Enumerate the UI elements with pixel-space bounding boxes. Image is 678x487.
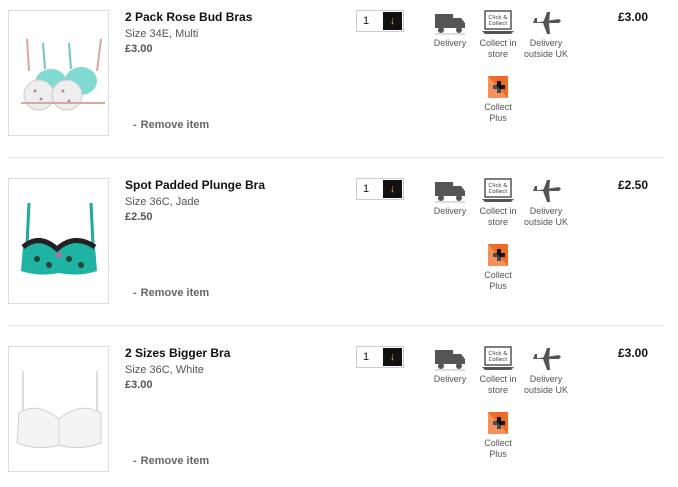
product-title[interactable]: 2 Sizes Bigger Bra <box>125 346 230 360</box>
product-variant: Size 34E, Multi <box>125 28 199 40</box>
outside-uk-line2: outside UK <box>523 49 569 59</box>
spot-plunge-bra-image <box>21 202 97 275</box>
down-arrow-icon[interactable]: ↓ <box>383 180 402 198</box>
two-pack-bras-image <box>21 38 105 111</box>
laptop-icon: Click & Collect <box>482 178 514 202</box>
product-title[interactable]: Spot Padded Plunge Bra <box>125 178 265 192</box>
collect-in-store-line2: store <box>487 217 508 227</box>
collect-plus-label: Collect Plus <box>468 438 528 460</box>
collect-in-store-line1: Collect in <box>479 38 517 48</box>
delivery-outside-uk-option[interactable]: Delivery outside UK <box>516 346 576 396</box>
product-variant: Size 36C, White <box>125 364 204 376</box>
delivery-outside-uk-option[interactable]: Delivery outside UK <box>516 10 576 60</box>
remove-dash: - <box>133 287 137 299</box>
collect-plus-line2: Plus <box>489 281 507 291</box>
basket-list: 2 Pack Rose Bud Bras Size 34E, Multi £3.… <box>0 0 678 487</box>
down-arrow-icon[interactable]: ↓ <box>383 348 402 366</box>
click-collect-badge-line2: Collect <box>489 189 509 195</box>
product-image[interactable] <box>8 346 109 472</box>
van-icon <box>435 14 465 35</box>
click-collect-badge-line2: Collect <box>489 357 509 363</box>
outside-uk-line1: Delivery <box>529 38 563 48</box>
unit-price: £3.00 <box>125 43 153 55</box>
remove-dash: - <box>133 455 137 467</box>
quantity-select[interactable]: 1 ↓ <box>356 10 404 32</box>
collect-plus-line1: Collect <box>484 270 512 280</box>
click-collect-badge-line2: Collect <box>489 21 509 27</box>
plus-icon <box>488 412 508 434</box>
collect-plus-line2: Plus <box>489 113 507 123</box>
row-divider <box>8 325 664 326</box>
collect-in-store-line2: store <box>487 385 508 395</box>
outside-uk-line1: Delivery <box>529 374 563 384</box>
quantity-value: 1 <box>363 15 370 27</box>
collect-plus-line1: Collect <box>484 438 512 448</box>
delivery-outside-uk-option[interactable]: Delivery outside UK <box>516 178 576 228</box>
basket-item: Spot Padded Plunge Bra Size 36C, Jade £2… <box>0 168 678 328</box>
collect-plus-option[interactable]: Collect Plus <box>468 412 528 460</box>
collect-plus-line2: Plus <box>489 449 507 459</box>
line-total: £2.50 <box>617 178 648 192</box>
product-image[interactable] <box>8 178 109 304</box>
delivery-outside-uk-label: Delivery outside UK <box>516 206 576 228</box>
product-title[interactable]: 2 Pack Rose Bud Bras <box>125 10 252 24</box>
plus-icon <box>488 244 508 266</box>
collect-in-store-line1: Collect in <box>479 374 517 384</box>
quantity-value: 1 <box>363 351 370 363</box>
product-variant: Size 36C, Jade <box>125 196 200 208</box>
plane-icon <box>533 348 561 370</box>
collect-in-store-line2: store <box>487 49 508 59</box>
product-image[interactable] <box>8 10 109 136</box>
line-total: £3.00 <box>617 10 648 24</box>
delivery-outside-uk-label: Delivery outside UK <box>516 38 576 60</box>
remove-item-label: Remove item <box>140 455 210 467</box>
remove-item-label: Remove item <box>140 287 210 299</box>
row-divider <box>8 157 664 158</box>
collect-in-store-line1: Collect in <box>479 206 517 216</box>
van-icon <box>435 350 465 371</box>
laptop-icon: Click & Collect <box>482 346 514 370</box>
van-icon <box>435 182 465 203</box>
white-bra-image <box>16 371 102 449</box>
outside-uk-line1: Delivery <box>529 206 563 216</box>
collect-plus-label: Collect Plus <box>468 270 528 292</box>
basket-item: 2 Sizes Bigger Bra Size 36C, White £3.00… <box>0 336 678 487</box>
unit-price: £2.50 <box>125 211 153 223</box>
down-arrow-icon[interactable]: ↓ <box>383 12 402 30</box>
remove-item-label: Remove item <box>140 119 210 131</box>
line-total: £3.00 <box>617 346 648 360</box>
outside-uk-line2: outside UK <box>523 385 569 395</box>
quantity-select[interactable]: 1 ↓ <box>356 178 404 200</box>
collect-plus-option[interactable]: Collect Plus <box>468 76 528 124</box>
plus-icon <box>488 76 508 98</box>
quantity-select[interactable]: 1 ↓ <box>356 346 404 368</box>
plane-icon <box>533 180 561 202</box>
remove-item-link[interactable]: - Remove item <box>133 287 209 299</box>
collect-plus-line1: Collect <box>484 102 512 112</box>
plane-icon <box>533 12 561 34</box>
unit-price: £3.00 <box>125 379 153 391</box>
remove-item-link[interactable]: - Remove item <box>133 119 209 131</box>
basket-item: 2 Pack Rose Bud Bras Size 34E, Multi £3.… <box>0 0 678 160</box>
laptop-icon: Click & Collect <box>482 10 514 34</box>
remove-item-link[interactable]: - Remove item <box>133 455 209 467</box>
collect-plus-option[interactable]: Collect Plus <box>468 244 528 292</box>
collect-plus-label: Collect Plus <box>468 102 528 124</box>
delivery-outside-uk-label: Delivery outside UK <box>516 374 576 396</box>
remove-dash: - <box>133 119 137 131</box>
outside-uk-line2: outside UK <box>523 217 569 227</box>
quantity-value: 1 <box>363 183 370 195</box>
